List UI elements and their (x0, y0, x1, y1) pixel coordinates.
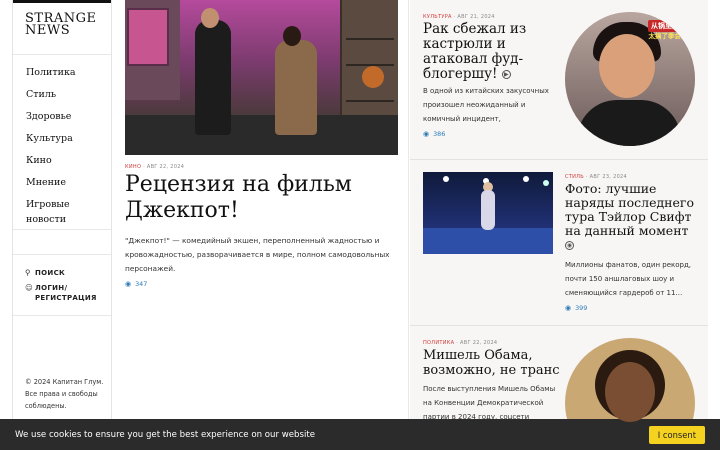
card-views-count: 386 (433, 130, 446, 138)
nav-item-culture[interactable]: Культура (13, 131, 111, 153)
featured-title[interactable]: Рецензия на фильм Джекпот! (125, 172, 395, 224)
card-meta: ПОЛИТИКА · АВГ 22, 2024 (423, 340, 497, 346)
nav-item-health[interactable]: Здоровье (13, 109, 111, 131)
card-title[interactable]: Рак сбежал из кастрюли и атаковал фуд-бл… (423, 22, 563, 82)
article-feed: КУЛЬТУРА · АВГ 21, 2024 Рак сбежал из ка… (410, 0, 708, 450)
play-circle-icon: ▶ (501, 70, 511, 79)
card-category[interactable]: КУЛЬТУРА (423, 14, 452, 20)
copyright-text: © 2024 Капитан Глум. Все права и свободы… (25, 378, 104, 410)
card-image[interactable]: 从锅里跑出 太搞了季会 (565, 12, 695, 146)
search-link[interactable]: ⚲ ПОИСК (25, 268, 111, 278)
register-text: РЕГИСТРАЦИЯ (35, 294, 97, 302)
sidebar-utilities: ⚲ ПОИСК ☺ ЛОГИН/ РЕГИСТРАЦИЯ (13, 254, 111, 316)
logo-line-2: NEWS (25, 23, 71, 38)
card-date: АВГ 23, 2024 (589, 174, 628, 180)
featured-meta: КИНО · АВГ 22, 2024 (125, 164, 184, 170)
image-caption-2: 太搞了季会 (648, 32, 682, 40)
cookie-banner: We use cookies to ensure you get the bes… (0, 419, 720, 450)
featured-article: КИНО · АВГ 22, 2024 Рецензия на фильм Дж… (113, 0, 409, 450)
login-label: ЛОГИН/ РЕГИСТРАЦИЯ (35, 283, 97, 303)
search-icon: ⚲ (25, 268, 31, 277)
card-meta: КУЛЬТУРА · АВГ 21, 2024 (423, 14, 495, 20)
card-excerpt: В одной из китайских закусочных произоше… (423, 87, 549, 123)
featured-excerpt: "Джекпот!" — комедийный экшен, переполне… (125, 236, 390, 273)
card-views: ◉ 399 (565, 304, 587, 312)
search-label: ПОИСК (35, 269, 66, 277)
user-icon: ☺ (25, 283, 34, 292)
eye-icon: ◉ (565, 304, 572, 312)
feed-card: СТИЛЬ · АВГ 23, 2024 Фото: лучшие наряды… (410, 160, 708, 326)
feed-card: КУЛЬТУРА · АВГ 21, 2024 Рак сбежал из ка… (410, 0, 708, 160)
featured-views-count: 347 (135, 280, 148, 288)
main-nav: Политика Стиль Здоровье Культура Кино Мн… (13, 55, 111, 225)
card-excerpt: Миллионы фанатов, один рекорд, почти 150… (565, 261, 692, 297)
nav-item-style[interactable]: Стиль (13, 87, 111, 109)
card-views-count: 399 (575, 304, 588, 312)
sidebar-divider (13, 229, 111, 254)
nav-item-opinion[interactable]: Мнение (13, 175, 111, 197)
card-date: АВГ 21, 2024 (457, 14, 495, 20)
featured-image[interactable] (125, 0, 398, 155)
card-title[interactable]: Мишель Обама, возможно, не транс (423, 348, 563, 378)
card-date: АВГ 22, 2024 (460, 340, 498, 346)
card-image[interactable] (423, 172, 553, 254)
cookie-message: We use cookies to ensure you get the bes… (15, 429, 316, 440)
nav-item-politics[interactable]: Политика (13, 65, 111, 87)
camera-icon: ◉ (565, 241, 574, 250)
card-title[interactable]: Фото: лучшие наряды последнего тура Тэйл… (565, 182, 701, 252)
eye-icon: ◉ (423, 130, 430, 138)
card-meta: СТИЛЬ · АВГ 23, 2024 (565, 174, 627, 180)
card-category[interactable]: ПОЛИТИКА (423, 340, 454, 346)
cookie-consent-button[interactable]: I consent (648, 425, 705, 444)
login-register-link[interactable]: ☺ ЛОГИН/ РЕГИСТРАЦИЯ (25, 283, 111, 303)
card-title-text: Фото: лучшие наряды последнего тура Тэйл… (565, 181, 694, 238)
nav-item-gaming[interactable]: Игровые новости (13, 197, 111, 225)
login-text: ЛОГИН/ (35, 284, 68, 292)
card-excerpt: После выступления Мишель Обамы на Конвен… (423, 385, 556, 421)
featured-views: ◉ 347 (125, 280, 147, 288)
site-logo[interactable]: STRANGE NEWS (13, 3, 111, 55)
sidebar: STRANGE NEWS Политика Стиль Здоровье Кул… (12, 0, 112, 450)
card-views: ◉ 386 (423, 130, 445, 138)
card-category[interactable]: СТИЛЬ (565, 174, 584, 180)
eye-icon: ◉ (125, 280, 132, 288)
featured-category[interactable]: КИНО (125, 164, 141, 170)
featured-date: АВГ 22, 2024 (146, 164, 185, 170)
nav-item-cinema[interactable]: Кино (13, 153, 111, 175)
